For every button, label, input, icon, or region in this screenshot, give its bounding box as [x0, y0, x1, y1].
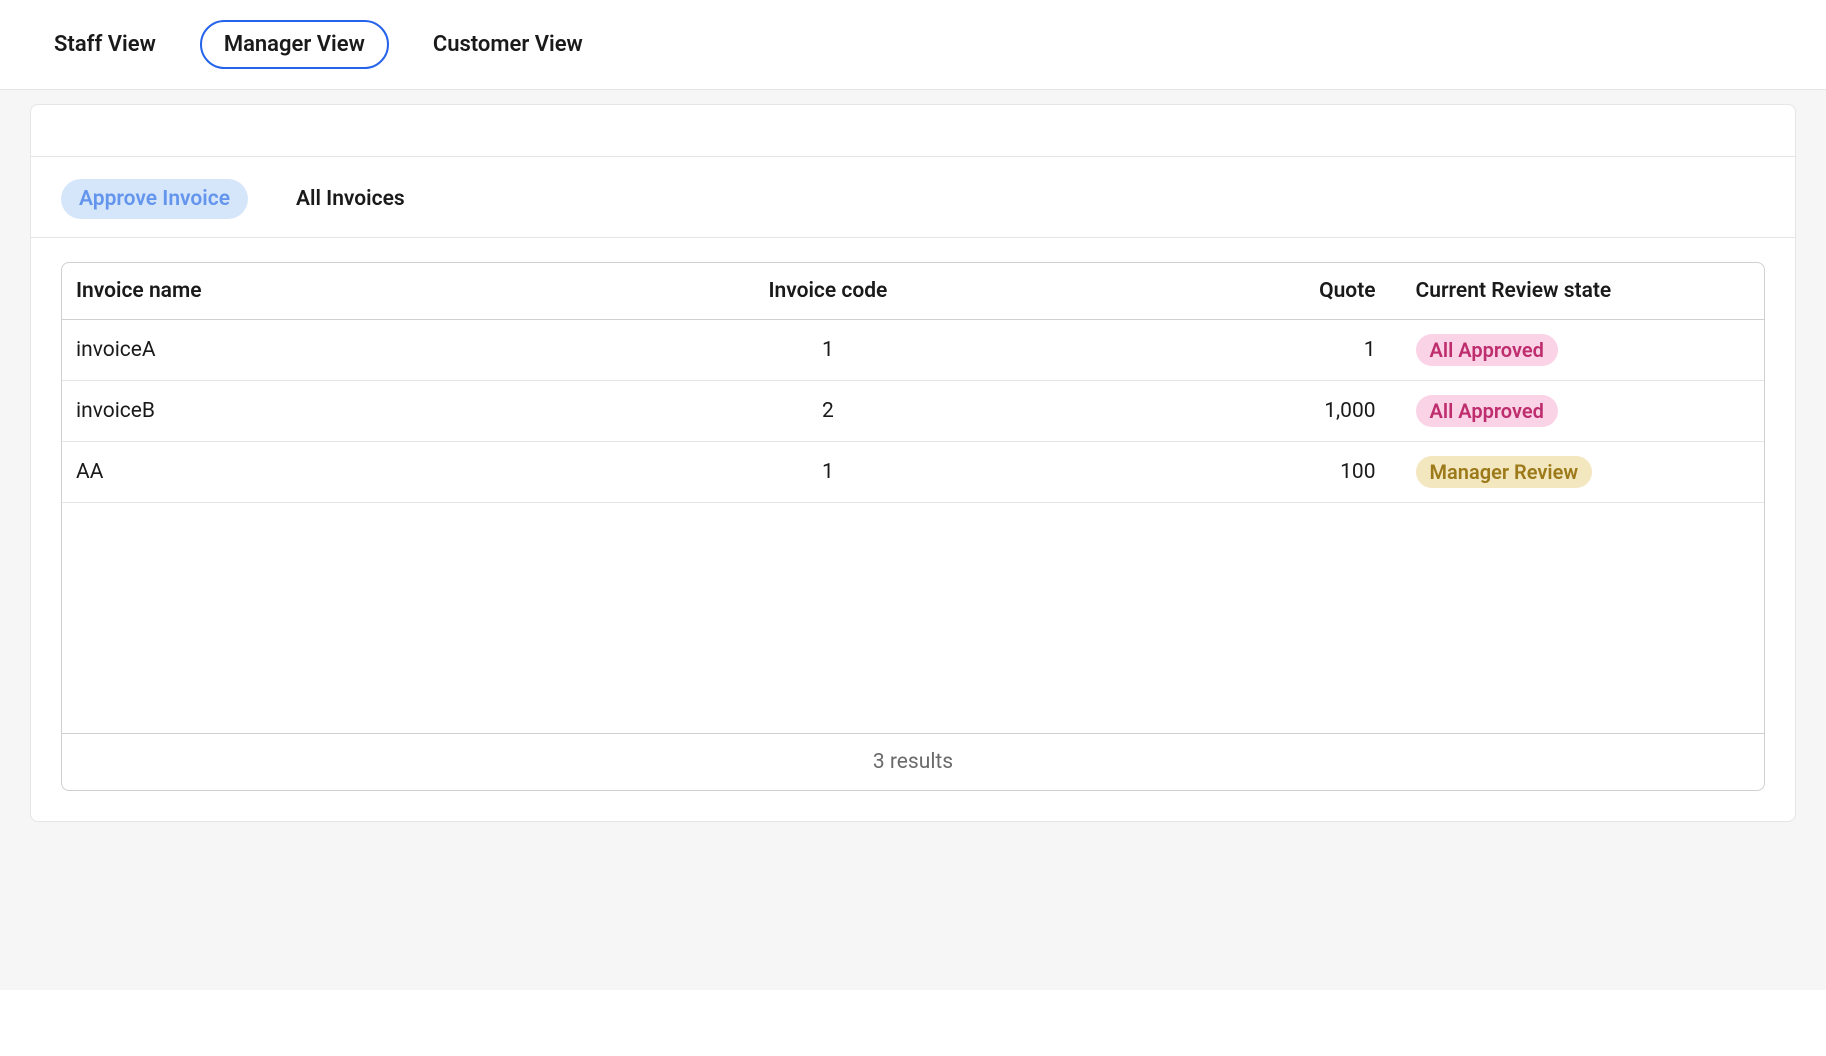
tab-staff-view[interactable]: Staff View — [30, 20, 180, 69]
col-header-name[interactable]: Invoice name — [62, 263, 675, 320]
table-spacer — [62, 503, 1764, 733]
outer-card: Approve Invoice All Invoices Invoice nam… — [30, 104, 1796, 822]
cell-quote: 1 — [981, 320, 1389, 381]
table-footer: 3 results — [62, 733, 1764, 790]
invoice-table-card: Invoice name Invoice code Quote Current … — [61, 262, 1765, 791]
top-nav: Staff View Manager View Customer View — [0, 0, 1826, 90]
table-row[interactable]: AA 1 100 Manager Review — [62, 442, 1764, 503]
col-header-state[interactable]: Current Review state — [1390, 263, 1764, 320]
status-badge: Manager Review — [1416, 456, 1593, 488]
tab-manager-view[interactable]: Manager View — [200, 20, 389, 69]
status-badge: All Approved — [1416, 395, 1558, 427]
cell-name: AA — [62, 442, 675, 503]
invoice-table: Invoice name Invoice code Quote Current … — [62, 263, 1764, 503]
card-header — [31, 105, 1795, 157]
cell-state: All Approved — [1390, 320, 1764, 381]
cell-state: All Approved — [1390, 381, 1764, 442]
cell-code: 1 — [675, 320, 981, 381]
cell-quote: 1,000 — [981, 381, 1389, 442]
cell-state: Manager Review — [1390, 442, 1764, 503]
sub-tab-all-invoices[interactable]: All Invoices — [278, 179, 423, 219]
status-badge: All Approved — [1416, 334, 1558, 366]
inner-content: Approve Invoice All Invoices Invoice nam… — [31, 157, 1795, 821]
tab-customer-view[interactable]: Customer View — [409, 20, 607, 69]
table-row[interactable]: invoiceA 1 1 All Approved — [62, 320, 1764, 381]
col-header-code[interactable]: Invoice code — [675, 263, 981, 320]
table-row[interactable]: invoiceB 2 1,000 All Approved — [62, 381, 1764, 442]
cell-code: 2 — [675, 381, 981, 442]
page-body: Approve Invoice All Invoices Invoice nam… — [0, 90, 1826, 990]
cell-name: invoiceA — [62, 320, 675, 381]
sub-tabs: Approve Invoice All Invoices — [31, 175, 1795, 238]
col-header-quote[interactable]: Quote — [981, 263, 1389, 320]
table-header-row: Invoice name Invoice code Quote Current … — [62, 263, 1764, 320]
cell-name: invoiceB — [62, 381, 675, 442]
cell-quote: 100 — [981, 442, 1389, 503]
cell-code: 1 — [675, 442, 981, 503]
sub-tab-approve-invoice[interactable]: Approve Invoice — [61, 179, 248, 219]
